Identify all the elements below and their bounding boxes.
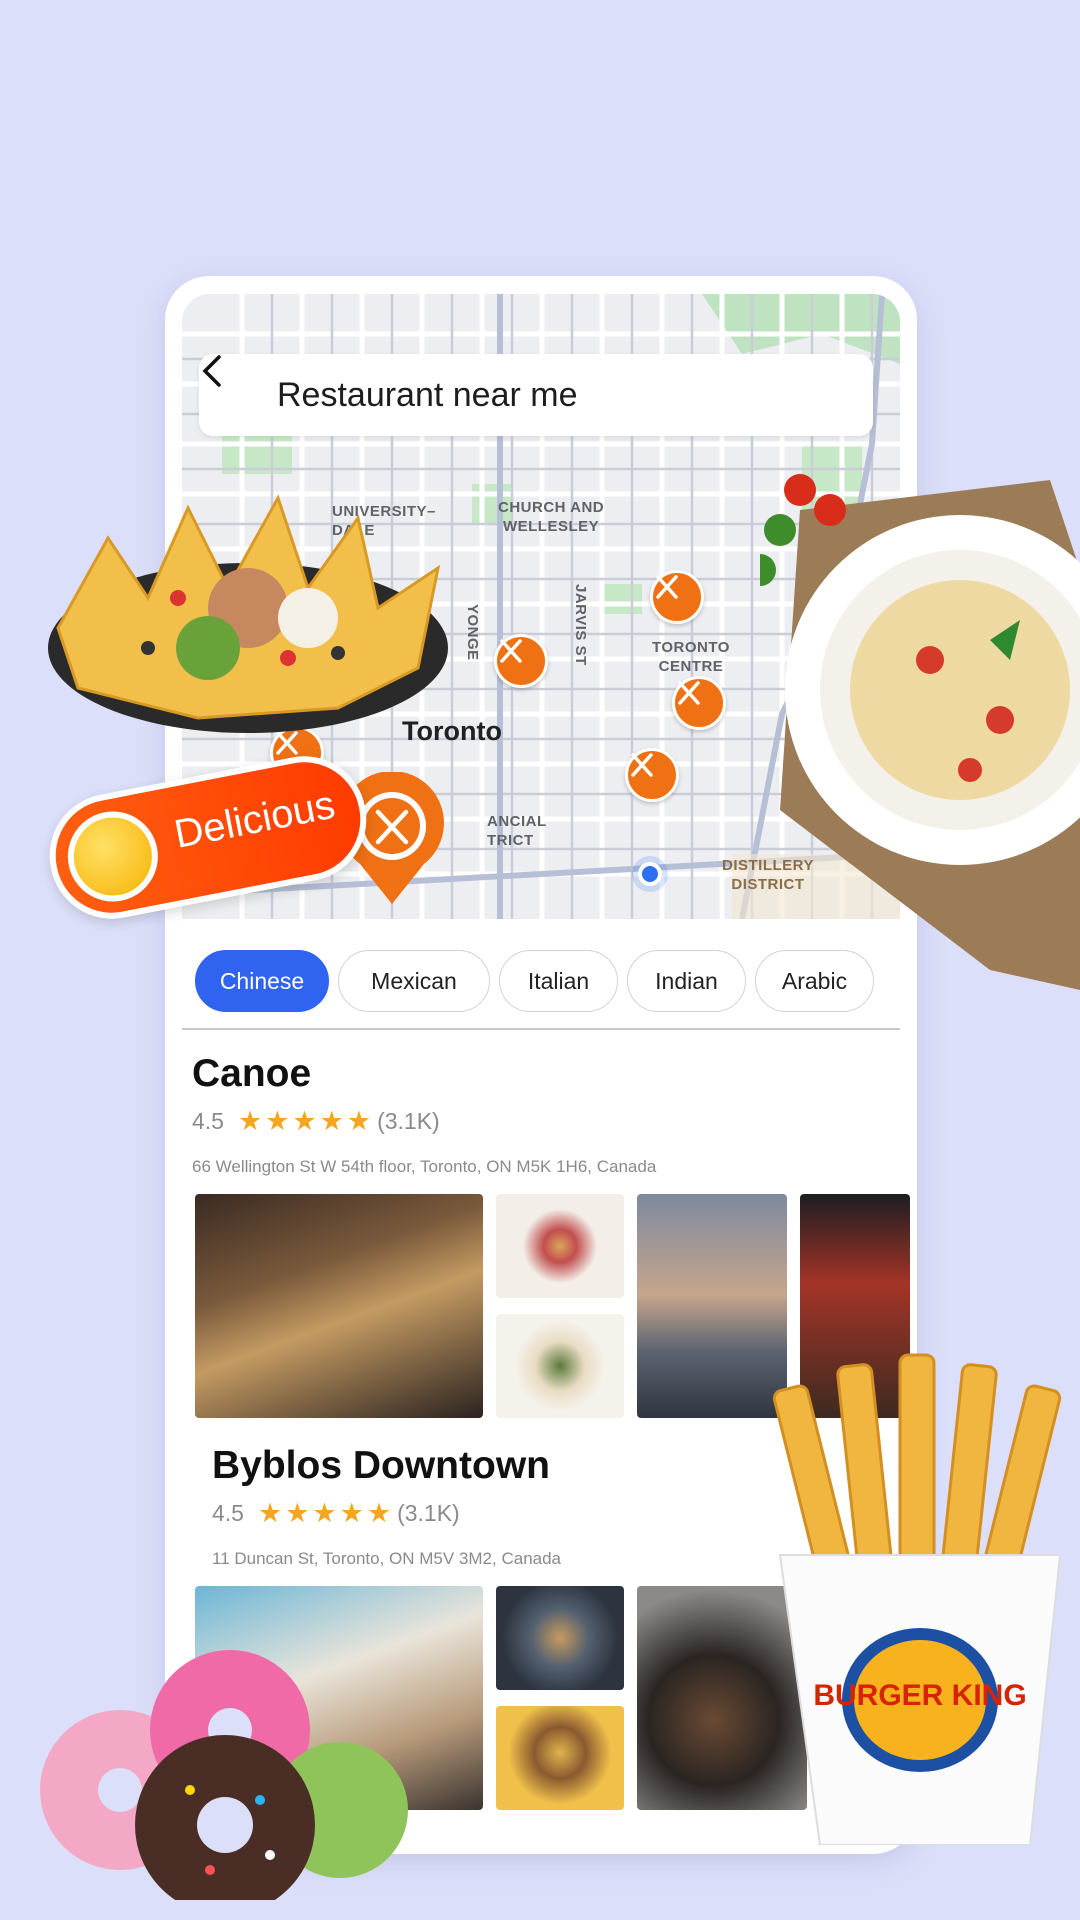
star-icon: ★ <box>312 1498 337 1528</box>
chip-chinese[interactable]: Chinese <box>195 950 329 1012</box>
dish-photo[interactable] <box>496 1586 624 1690</box>
restaurant-card-byblos[interactable]: Byblos Downtown 4.5 ★ ★ ★ ★ ★ (3.1K) 11 … <box>212 1444 561 1569</box>
restaurant-pin[interactable] <box>672 676 726 730</box>
star-icon: ★ <box>237 1106 263 1136</box>
restaurant-pin[interactable] <box>625 748 679 802</box>
review-count: (3.1K) <box>397 1500 460 1526</box>
map-label-jarvis: JARVIS ST <box>572 584 589 666</box>
fork-knife-icon <box>500 639 522 663</box>
back-arrow-icon[interactable] <box>202 354 271 436</box>
restaurant-name: Byblos Downtown <box>212 1444 550 1487</box>
chip-mexican[interactable]: Mexican <box>338 950 490 1012</box>
rating-row: 4.5 ★ ★ ★ ★ ★ (3.1K) <box>212 1500 561 1527</box>
fork-knife-icon <box>631 753 653 777</box>
current-location-dot <box>638 862 662 886</box>
pasta-image <box>760 474 1080 990</box>
star-rating: ★ ★ ★ ★ ★ <box>258 1500 391 1527</box>
star-icon: ★ <box>339 1498 364 1528</box>
rating-row: 4.5 ★ ★ ★ ★ ★ (3.1K) <box>192 1108 656 1135</box>
donuts-image <box>40 1650 408 1900</box>
brand-logo-text: BURGER KING <box>813 1679 1026 1712</box>
review-count: (3.1K) <box>377 1108 440 1134</box>
chip-italian[interactable]: Italian <box>499 950 618 1012</box>
fork-knife-icon <box>678 681 700 705</box>
restaurant-pin[interactable] <box>650 570 704 624</box>
star-icon: ★ <box>319 1106 344 1136</box>
restaurant-name: Canoe <box>192 1052 312 1095</box>
map-label-toronto-centre: TORONTO CENTRE <box>652 639 730 675</box>
star-icon: ★ <box>285 1498 310 1528</box>
dish-photo[interactable] <box>496 1314 624 1418</box>
rating-value: 4.5 <box>192 1108 224 1134</box>
fork-knife-icon <box>656 575 678 599</box>
star-icon: ★ <box>265 1106 290 1136</box>
fries-image: BURGER KING <box>772 1353 1062 1845</box>
divider <box>182 1028 900 1030</box>
star-icon: ★ <box>257 1498 283 1528</box>
dish-photo[interactable] <box>496 1706 624 1810</box>
restaurant-pin[interactable] <box>494 634 548 688</box>
half-star-icon: ★ <box>346 1106 372 1136</box>
star-rating: ★ ★ ★ ★ ★ <box>238 1108 371 1135</box>
half-star-icon: ★ <box>366 1498 392 1528</box>
search-bar[interactable]: Restaurant near me <box>199 354 873 436</box>
restaurant-address: 66 Wellington St W 54th floor, Toronto, … <box>192 1157 657 1176</box>
map-label-financial: ANCIAL TRICT <box>487 813 547 849</box>
star-icon: ★ <box>292 1106 317 1136</box>
restaurant-address: 11 Duncan St, Toronto, ON M5V 3M2, Canad… <box>212 1549 562 1568</box>
chip-indian[interactable]: Indian <box>627 950 746 1012</box>
nachos-image <box>48 494 448 733</box>
restaurant-photo[interactable] <box>195 1194 483 1418</box>
map-label-church: CHURCH AND WELLESLEY <box>498 499 605 535</box>
rating-value: 4.5 <box>212 1500 244 1526</box>
search-query: Restaurant near me <box>277 375 578 414</box>
restaurant-card-canoe[interactable]: Canoe 4.5 ★ ★ ★ ★ ★ (3.1K) 66 Wellington… <box>192 1052 656 1177</box>
dish-photo[interactable] <box>496 1194 624 1298</box>
